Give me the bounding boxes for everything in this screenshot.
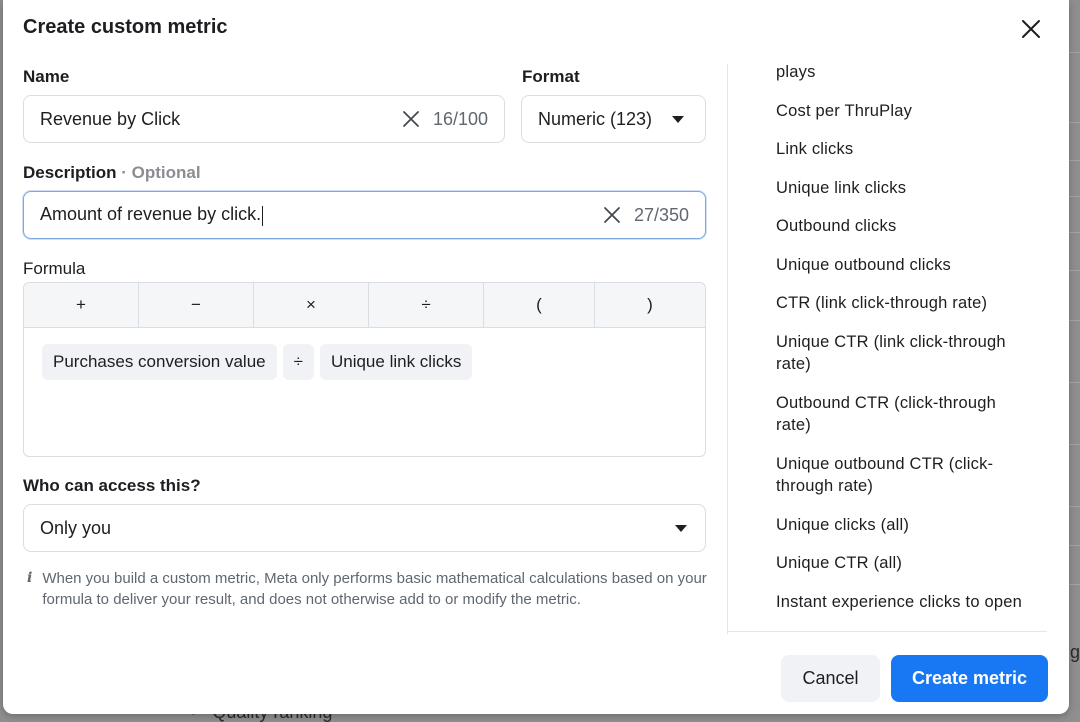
metric-list-divider <box>727 631 1047 632</box>
text-caret <box>262 205 264 226</box>
operator-toolbar: + − × ÷ ( ) <box>24 283 705 328</box>
metric-list-item[interactable]: Unique clicks (all) <box>776 506 1026 545</box>
metric-list-items: plays Cost per ThruPlay Link clicks Uniq… <box>776 56 1026 621</box>
name-char-count: 16/100 <box>432 108 488 129</box>
metric-list-item[interactable]: Unique outbound clicks <box>776 246 1026 285</box>
description-label-text: Description <box>23 163 117 182</box>
metric-list-item[interactable]: Unique CTR (all) <box>776 544 1026 583</box>
metric-list[interactable]: plays Cost per ThruPlay Link clicks Uniq… <box>727 56 1047 632</box>
access-select[interactable]: Only you <box>23 504 706 552</box>
backdrop-divider <box>1068 232 1080 233</box>
formula-token-metric[interactable]: Unique link clicks <box>319 344 473 380</box>
formula-tokens: Purchases conversion value ÷ Unique link… <box>24 328 705 396</box>
cancel-button[interactable]: Cancel <box>781 655 880 702</box>
info-note-text: When you build a custom metric, Meta onl… <box>42 570 707 608</box>
description-label: Description · Optional <box>23 163 201 183</box>
metric-list-item[interactable]: plays <box>776 56 1026 92</box>
access-selected-value: Only you <box>40 517 112 538</box>
metric-list-item[interactable]: Outbound clicks <box>776 207 1026 246</box>
metric-list-item[interactable]: Link clicks <box>776 130 1026 169</box>
backdrop-divider <box>1068 122 1080 123</box>
metric-list-item[interactable]: CTR (link click-through rate) <box>776 284 1026 323</box>
backdrop-divider <box>1068 196 1080 197</box>
dropdown-arrow-icon <box>672 115 685 123</box>
metric-list-item[interactable]: Unique CTR (link click-through rate) <box>776 323 1026 384</box>
close-icon <box>1022 20 1040 38</box>
backdrop-divider <box>1068 382 1080 383</box>
formula-token-metric[interactable]: Purchases conversion value <box>42 344 277 380</box>
create-metric-button[interactable]: Create metric <box>891 655 1048 702</box>
close-button[interactable] <box>1018 16 1044 42</box>
operator-close-paren-button[interactable]: ) <box>595 283 705 327</box>
backdrop-divider <box>1068 444 1080 445</box>
clear-icon[interactable] <box>401 109 421 129</box>
formula-label: Formula <box>23 259 86 278</box>
backdrop-divider <box>1068 506 1080 507</box>
backdrop-divider <box>1068 270 1080 271</box>
metric-list-item[interactable]: Outbound CTR (click-through rate) <box>776 384 1026 445</box>
access-label: Who can access this? <box>23 476 201 495</box>
metric-list-item[interactable]: Cost per ThruPlay <box>776 92 1026 131</box>
formula-token-operator[interactable]: ÷ <box>282 344 314 380</box>
format-select[interactable]: Numeric (123) <box>521 95 706 143</box>
info-note: i When you build a custom metric, Meta o… <box>27 568 717 610</box>
info-icon: i <box>27 570 33 586</box>
optional-tag: · Optional <box>116 163 201 182</box>
description-input-value: Amount of revenue by click. <box>40 204 262 225</box>
metric-list-item[interactable]: Unique link clicks <box>776 169 1026 208</box>
formula-editor[interactable]: + − × ÷ ( ) Purchases conversion value ÷… <box>23 282 706 457</box>
create-custom-metric-dialog: Create custom metric Name Revenue by Cli… <box>3 0 1069 714</box>
operator-divide-button[interactable]: ÷ <box>369 283 484 327</box>
description-input[interactable]: Amount of revenue by click. 27/350 <box>23 191 706 239</box>
metric-list-item[interactable]: Unique outbound CTR (click-through rate) <box>776 445 1026 506</box>
backdrop-divider <box>1068 52 1080 53</box>
dropdown-arrow-icon <box>675 524 687 532</box>
operator-open-paren-button[interactable]: ( <box>484 283 595 327</box>
backdrop-divider <box>1068 160 1080 161</box>
backdrop-divider <box>1068 320 1080 321</box>
format-label: Format <box>522 67 580 86</box>
name-input[interactable]: Revenue by Click 16/100 <box>23 95 505 143</box>
operator-minus-button[interactable]: − <box>139 283 254 327</box>
backdrop-divider <box>1068 584 1080 585</box>
operator-multiply-button[interactable]: × <box>254 283 369 327</box>
backdrop-edge-text: g <box>1070 642 1080 662</box>
description-char-count: 27/350 <box>633 204 689 225</box>
metric-list-item[interactable]: Instant experience clicks to open <box>776 583 1026 622</box>
operator-plus-button[interactable]: + <box>24 283 139 327</box>
dialog-title: Create custom metric <box>23 16 228 38</box>
format-selected-value: Numeric (123) <box>538 108 653 129</box>
description-input-wrap: Amount of revenue by click. <box>40 204 602 226</box>
clear-icon[interactable] <box>602 205 622 225</box>
backdrop-divider <box>1068 545 1080 546</box>
name-input-value: Revenue by Click <box>40 108 181 129</box>
name-label: Name <box>23 67 70 86</box>
